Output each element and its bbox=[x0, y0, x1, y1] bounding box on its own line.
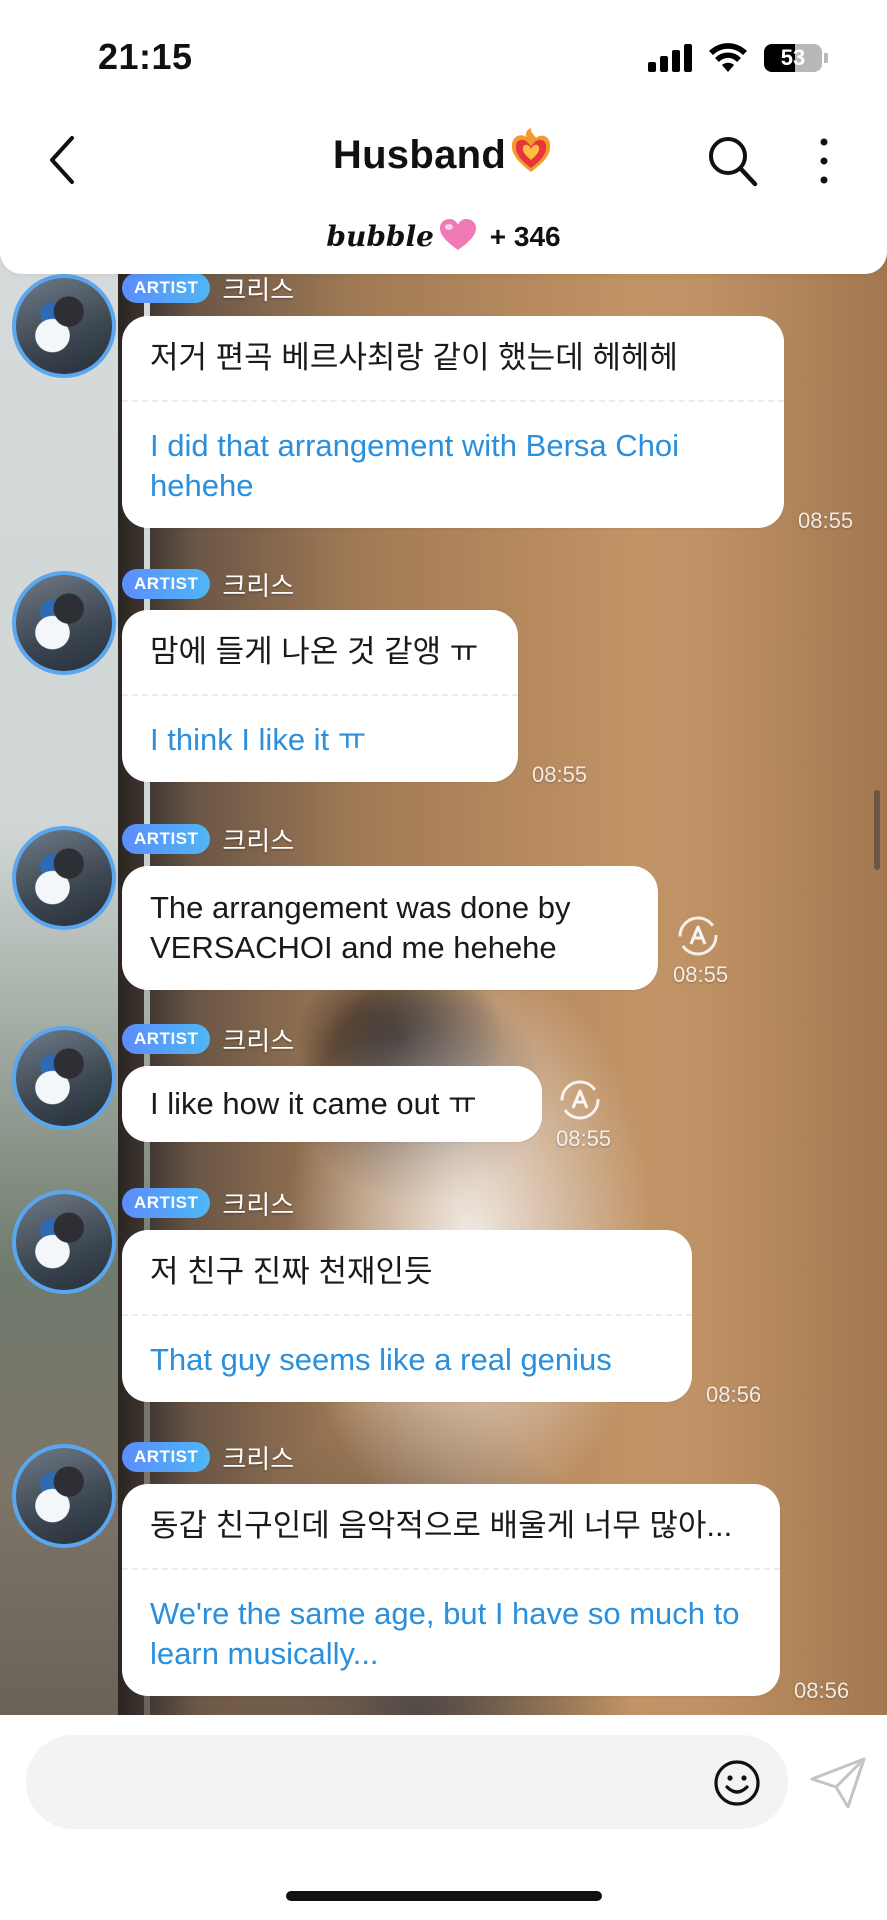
artist-badge: ARTIST bbox=[122, 1188, 211, 1218]
chat-header: Husband bubble + 346 bbox=[0, 110, 887, 274]
artist-avatar[interactable] bbox=[12, 1190, 116, 1294]
message-original-text: 저거 편곡 베르사최랑 같이 했는데 헤헤헤 bbox=[150, 340, 678, 375]
sender-row: ARTIST 크리스 bbox=[122, 568, 295, 601]
artist-avatar[interactable] bbox=[12, 826, 116, 930]
message-time: 08:55 bbox=[673, 962, 729, 987]
scroll-indicator[interactable] bbox=[874, 790, 880, 870]
message-time: 08:55 bbox=[798, 508, 854, 533]
sender-name: 크리스 bbox=[222, 274, 295, 305]
message-bubble[interactable]: 맘에 들게 나온 것 같앵 ㅠ I think I like it ㅠ bbox=[122, 610, 518, 782]
message-time: 08:55 bbox=[556, 1126, 612, 1151]
wifi-icon bbox=[709, 43, 747, 72]
chat-message-list[interactable]: ARTIST 크리스 저거 편곡 베르사최랑 같이 했는데 헤헤헤 I did … bbox=[0, 240, 887, 1715]
artist-avatar[interactable] bbox=[12, 571, 116, 675]
message-bubble[interactable]: 동갑 친구인데 음악적으로 배울게 너무 많아... We're the sam… bbox=[122, 1484, 780, 1696]
sender-row: ARTIST 크리스 bbox=[122, 1441, 295, 1474]
chat-title-text: Husband bbox=[332, 133, 507, 177]
message-input[interactable] bbox=[26, 1735, 788, 1829]
message-translation-text: I did that arrangement with Bersa Choi h… bbox=[150, 428, 679, 503]
message-original-text: I like how it came out ㅠ bbox=[150, 1086, 477, 1121]
pink-heart-icon bbox=[439, 219, 476, 250]
artist-badge: ARTIST bbox=[122, 1024, 211, 1054]
translation-divider bbox=[122, 694, 518, 696]
search-icon[interactable] bbox=[706, 134, 758, 188]
heart-on-fire-icon bbox=[512, 128, 551, 172]
message-original-text: 동갑 친구인데 음악적으로 배울게 너무 많아... bbox=[150, 1508, 733, 1543]
bubble-member-count-row[interactable]: bubble + 346 bbox=[0, 218, 887, 253]
message-original-text: The arrangement was done by VERSACHOI an… bbox=[150, 890, 571, 965]
message-bubble[interactable]: The arrangement was done by VERSACHOI an… bbox=[122, 866, 658, 990]
message-bubble[interactable]: 저 친구 진짜 천재인듯 That guy seems like a real … bbox=[122, 1230, 692, 1402]
sender-name: 크리스 bbox=[222, 570, 295, 601]
emoji-icon[interactable] bbox=[712, 1758, 762, 1808]
translation-divider bbox=[122, 1314, 692, 1316]
battery-percent: 53 bbox=[780, 45, 806, 70]
status-time: 21:15 bbox=[98, 36, 193, 77]
sender-row: ARTIST 크리스 bbox=[122, 1187, 295, 1220]
message-bubble[interactable]: I like how it came out ㅠ bbox=[122, 1066, 542, 1142]
message-translation-text: We're the same age, but I have so much t… bbox=[150, 1596, 740, 1671]
artist-avatar[interactable] bbox=[12, 1444, 116, 1548]
artist-avatar[interactable] bbox=[12, 1026, 116, 1130]
message-time: 08:56 bbox=[794, 1678, 850, 1703]
bubble-brand: bubble bbox=[326, 220, 434, 253]
message-original-text: 저 친구 진짜 천재인듯 bbox=[150, 1254, 433, 1289]
auto-translate-icon[interactable] bbox=[676, 914, 720, 958]
artist-badge: ARTIST bbox=[122, 273, 211, 303]
sender-row: ARTIST 크리스 bbox=[122, 272, 295, 305]
artist-avatar[interactable] bbox=[12, 274, 116, 378]
auto-translate-icon[interactable] bbox=[558, 1078, 602, 1122]
battery-icon: 53 bbox=[764, 44, 822, 72]
sender-row: ARTIST 크리스 bbox=[122, 823, 295, 856]
battery-tip bbox=[824, 53, 828, 63]
member-count: + 346 bbox=[489, 221, 561, 252]
home-indicator[interactable] bbox=[286, 1891, 602, 1901]
artist-badge: ARTIST bbox=[122, 824, 211, 854]
translation-divider bbox=[122, 1568, 780, 1570]
sender-name: 크리스 bbox=[222, 1025, 295, 1056]
message-time: 08:56 bbox=[706, 1382, 762, 1407]
artist-badge: ARTIST bbox=[122, 569, 211, 599]
message-bubble[interactable]: 저거 편곡 베르사최랑 같이 했는데 헤헤헤 I did that arrang… bbox=[122, 316, 784, 528]
message-translation-text: That guy seems like a real genius bbox=[150, 1342, 612, 1377]
sender-row: ARTIST 크리스 bbox=[122, 1023, 295, 1056]
message-translation-text: I think I like it ㅠ bbox=[150, 722, 367, 757]
more-vertical-icon[interactable] bbox=[808, 134, 840, 188]
send-icon[interactable] bbox=[808, 1755, 868, 1811]
message-composer bbox=[0, 1715, 887, 1920]
message-original-text: 맘에 들게 나온 것 같앵 ㅠ bbox=[150, 634, 479, 669]
message-time: 08:55 bbox=[532, 762, 588, 787]
translation-divider bbox=[122, 400, 784, 402]
artist-badge: ARTIST bbox=[122, 1442, 211, 1472]
sender-name: 크리스 bbox=[222, 1443, 295, 1474]
sender-name: 크리스 bbox=[222, 1189, 295, 1220]
cellular-signal-icon bbox=[648, 44, 692, 72]
sender-name: 크리스 bbox=[222, 825, 295, 856]
status-bar: 21:15 53 bbox=[0, 0, 887, 110]
